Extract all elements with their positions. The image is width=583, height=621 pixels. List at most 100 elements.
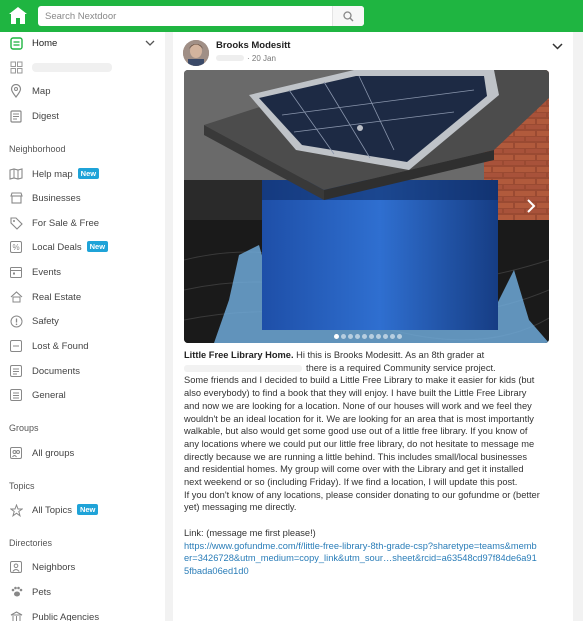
sidebar-item-label: Public Agencies <box>32 611 100 621</box>
house-icon <box>9 290 23 304</box>
photo-dot[interactable] <box>348 334 353 339</box>
new-badge: New <box>76 504 99 515</box>
calendar-icon <box>9 265 23 279</box>
groups-icon <box>9 446 23 460</box>
sidebar-item-local-deals[interactable]: % Local Deals New <box>0 236 165 258</box>
sidebar-item-documents[interactable]: Documents <box>0 360 165 382</box>
search-icon <box>343 10 354 21</box>
sidebar-item-all-groups[interactable]: All groups <box>0 442 165 464</box>
sidebar-item-label: Safety <box>32 315 59 327</box>
sidebar-item-label: All groups <box>32 447 75 459</box>
gofundme-link[interactable]: https://www.gofundme.com/f/little-free-l… <box>184 540 540 578</box>
photo-dot[interactable] <box>341 334 346 339</box>
sidebar-item-pets[interactable]: Pets <box>0 581 165 603</box>
sidebar-item-label: Neighbors <box>32 561 76 573</box>
sidebar-item-label: Events <box>32 266 62 278</box>
top-bar <box>0 0 583 32</box>
post-meta: · 20 Jan <box>216 54 276 63</box>
post-card: Brooks Modesitt · 20 Jan Little Free Lib… <box>173 32 573 621</box>
post-options-chevron-icon[interactable] <box>552 42 563 53</box>
photo-dot[interactable] <box>390 334 395 339</box>
map-icon <box>9 167 23 181</box>
photo-dot[interactable] <box>376 334 381 339</box>
alert-icon <box>9 314 23 328</box>
lost-found-icon <box>9 339 23 353</box>
search-bar <box>38 6 364 26</box>
post-intro: Hi this is Brooks Modesitt. As an 8th gr… <box>293 350 485 360</box>
sidebar-item-redacted[interactable] <box>0 56 165 78</box>
photo-dot[interactable] <box>334 334 339 339</box>
redacted-label <box>32 62 112 72</box>
sidebar-item-lost-found[interactable]: Lost & Found <box>0 335 165 357</box>
photo-dot[interactable] <box>397 334 402 339</box>
post-body-text: Some friends and I decided to build a Li… <box>184 375 535 488</box>
neighbors-icon <box>9 560 23 574</box>
search-button[interactable] <box>332 6 364 26</box>
photo-dot[interactable] <box>383 334 388 339</box>
photo-pagination-dots <box>334 334 402 339</box>
percent-icon: % <box>9 240 23 254</box>
sidebar-item-safety[interactable]: Safety <box>0 310 165 332</box>
svg-text:%: % <box>12 243 19 252</box>
sidebar-item-digest[interactable]: Digest <box>0 105 165 127</box>
sidebar-item-label: Help map New <box>32 168 100 180</box>
redacted-school <box>184 364 302 372</box>
sidebar-item-events[interactable]: Events <box>0 261 165 283</box>
sidebar-item-label: Map <box>32 85 51 97</box>
next-photo-arrow-icon[interactable] <box>521 196 541 216</box>
sidebar-item-home[interactable]: Home <box>0 32 165 54</box>
sidebar-item-businesses[interactable]: Businesses <box>0 187 165 209</box>
paw-icon <box>9 585 23 599</box>
sidebar-item-public-agencies[interactable]: Public Agencies <box>0 606 165 621</box>
home-feed-icon <box>9 36 23 50</box>
section-header-neighborhood: Neighborhood <box>9 144 66 154</box>
photo-dot[interactable] <box>355 334 360 339</box>
sidebar-item-help-map[interactable]: Help map New <box>0 163 165 185</box>
sidebar-item-map[interactable]: Map <box>0 80 165 102</box>
section-header-groups: Groups <box>9 423 39 433</box>
search-input[interactable] <box>38 6 332 26</box>
post-author[interactable]: Brooks Modesitt <box>216 40 290 51</box>
sidebar-item-all-topics[interactable]: All Topics New <box>0 499 165 521</box>
star-icon <box>9 503 23 517</box>
post-date: 20 Jan <box>251 54 276 63</box>
sidebar-item-label: Local Deals New <box>32 241 109 253</box>
sidebar-item-general[interactable]: General <box>0 384 165 406</box>
post-photo[interactable] <box>184 70 549 343</box>
sidebar-item-label: Lost & Found <box>32 340 89 352</box>
sidebar-item-label: All Topics New <box>32 504 99 516</box>
new-badge: New <box>86 241 109 252</box>
store-icon <box>9 191 23 205</box>
sidebar-item-real-estate[interactable]: Real Estate <box>0 286 165 308</box>
sidebar-item-label: For Sale & Free <box>32 217 100 229</box>
post-body: Little Free Library Home. Hi this is Bro… <box>184 349 540 578</box>
post-link-label: Link: (message me first please!) <box>184 527 316 538</box>
post-line-2: there is a required Community service pr… <box>306 362 496 373</box>
document-icon <box>9 364 23 378</box>
sidebar-item-label: Real Estate <box>32 291 82 303</box>
sidebar-item-label: Home <box>32 37 58 49</box>
nextdoor-home-logo-icon[interactable] <box>8 6 28 25</box>
sidebar: Home Map Digest Neighborhood Help map New… <box>0 32 165 621</box>
sidebar-item-label: Businesses <box>32 192 81 204</box>
photo-dot[interactable] <box>369 334 374 339</box>
sidebar-item-label: General <box>32 389 66 401</box>
library-photo-image <box>184 70 549 343</box>
new-badge: New <box>77 168 100 179</box>
post-donate-text: If you don't know of any locations, plea… <box>184 489 540 513</box>
avatar[interactable] <box>183 40 209 66</box>
tag-icon <box>9 216 23 230</box>
location-pin-icon <box>9 84 23 98</box>
redacted-location <box>216 55 244 61</box>
post-title: Little Free Library Home. <box>184 350 294 360</box>
chevron-down-icon[interactable] <box>145 38 155 49</box>
sidebar-item-label: Pets <box>32 586 52 598</box>
sidebar-item-neighbors[interactable]: Neighbors <box>0 556 165 578</box>
section-header-directories: Directories <box>9 538 53 548</box>
sidebar-item-for-sale[interactable]: For Sale & Free <box>0 212 165 234</box>
digest-icon <box>9 109 23 123</box>
sidebar-item-label: Documents <box>32 365 81 377</box>
feed: Brooks Modesitt · 20 Jan Little Free Lib… <box>165 32 583 621</box>
photo-dot[interactable] <box>362 334 367 339</box>
